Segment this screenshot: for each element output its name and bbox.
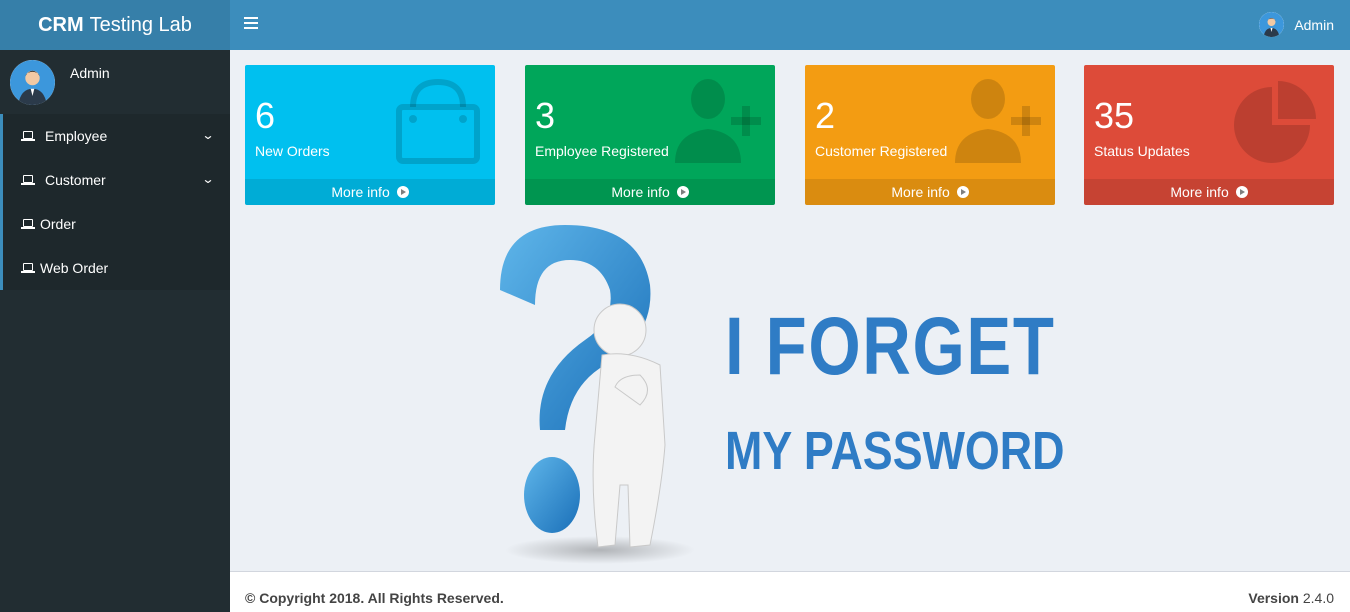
info-box-label: Status Updates [1094,143,1190,159]
version-label: Version [1248,590,1299,606]
sidebar-item-label: Customer [45,172,106,188]
sidebar-user-name: Admin [70,65,110,81]
arrow-circle-right-icon [396,186,409,198]
info-box-label: New Orders [255,143,330,159]
sidebar-toggle-icon[interactable] [244,17,258,31]
logo-text: Testing Lab [89,13,192,36]
info-box-status-updates: 35 Status Updates More info [1084,65,1334,205]
more-info-link[interactable]: More info [245,179,495,205]
chevron-down-icon: ⌄ [201,128,215,142]
sidebar-item-web-order[interactable]: Web Order [0,246,230,290]
user-plus-icon [955,79,1041,163]
more-info-link[interactable]: More info [525,179,775,205]
info-box-new-orders: 6 New Orders More info [245,65,495,205]
arrow-circle-right-icon [1235,186,1248,198]
pie-chart-icon [1234,81,1316,163]
hero-subtitle: MY PASSWORD [725,421,1065,481]
sidebar-item-label: Employee [45,128,108,144]
info-box-value: 6 [255,95,276,136]
laptop-icon [21,130,35,142]
page-footer: © Copyright 2018. All Rights Reserved. V… [230,571,1350,612]
forgot-password-illustration: I FORGET MY PASSWORD [490,215,1100,570]
logo-bold: CRM [38,13,84,36]
sidebar: Admin Employee ⌄ Customer ⌄ Order Web Or… [0,50,230,612]
more-info-text: More info [1170,184,1233,200]
sidebar-item-order[interactable]: Order [0,202,230,246]
more-info-text: More info [331,184,394,200]
info-box-label: Employee Registered [535,143,669,159]
more-info-link[interactable]: More info [805,179,1055,205]
user-plus-icon [675,79,761,163]
more-info-link[interactable]: More info [1084,179,1334,205]
sidebar-menu: Employee ⌄ Customer ⌄ Order Web Order [0,114,230,290]
laptop-icon [21,174,35,186]
arrow-circle-right-icon [956,186,969,198]
copyright-text: © Copyright 2018. All Rights Reserved. [245,590,504,606]
top-navbar: Admin [230,0,1350,50]
sidebar-item-label: Order [40,216,76,232]
info-box-value: 2 [815,95,836,136]
more-info-text: More info [611,184,674,200]
sidebar-item-customer[interactable]: Customer ⌄ [0,158,230,202]
arrow-circle-right-icon [676,186,689,198]
version-value: 2.4.0 [1302,590,1334,606]
info-box-employee-registered: 3 Employee Registered More info [525,65,775,205]
sidebar-item-employee[interactable]: Employee ⌄ [0,114,230,158]
laptop-icon [21,262,35,274]
version-info: Version 2.4.0 [1248,590,1334,606]
hero-title: I FORGET [725,301,1056,392]
info-box-value: 35 [1094,95,1135,136]
info-box-value: 3 [535,95,556,136]
chevron-down-icon: ⌄ [201,172,215,186]
user-name: Admin [1294,16,1334,33]
shopping-bag-icon [396,78,480,164]
question-mark-figure-icon [500,225,695,564]
info-box-customer-registered: 2 Customer Registered More info [805,65,1055,205]
avatar [1259,12,1285,37]
laptop-icon [21,218,35,230]
more-info-text: More info [891,184,954,200]
avatar [10,60,55,105]
app-logo[interactable]: CRM Testing Lab [0,0,230,50]
user-panel: Admin [0,50,230,114]
user-menu[interactable]: Admin [1259,12,1334,37]
sidebar-item-label: Web Order [40,260,109,276]
info-box-label: Customer Registered [815,143,948,159]
